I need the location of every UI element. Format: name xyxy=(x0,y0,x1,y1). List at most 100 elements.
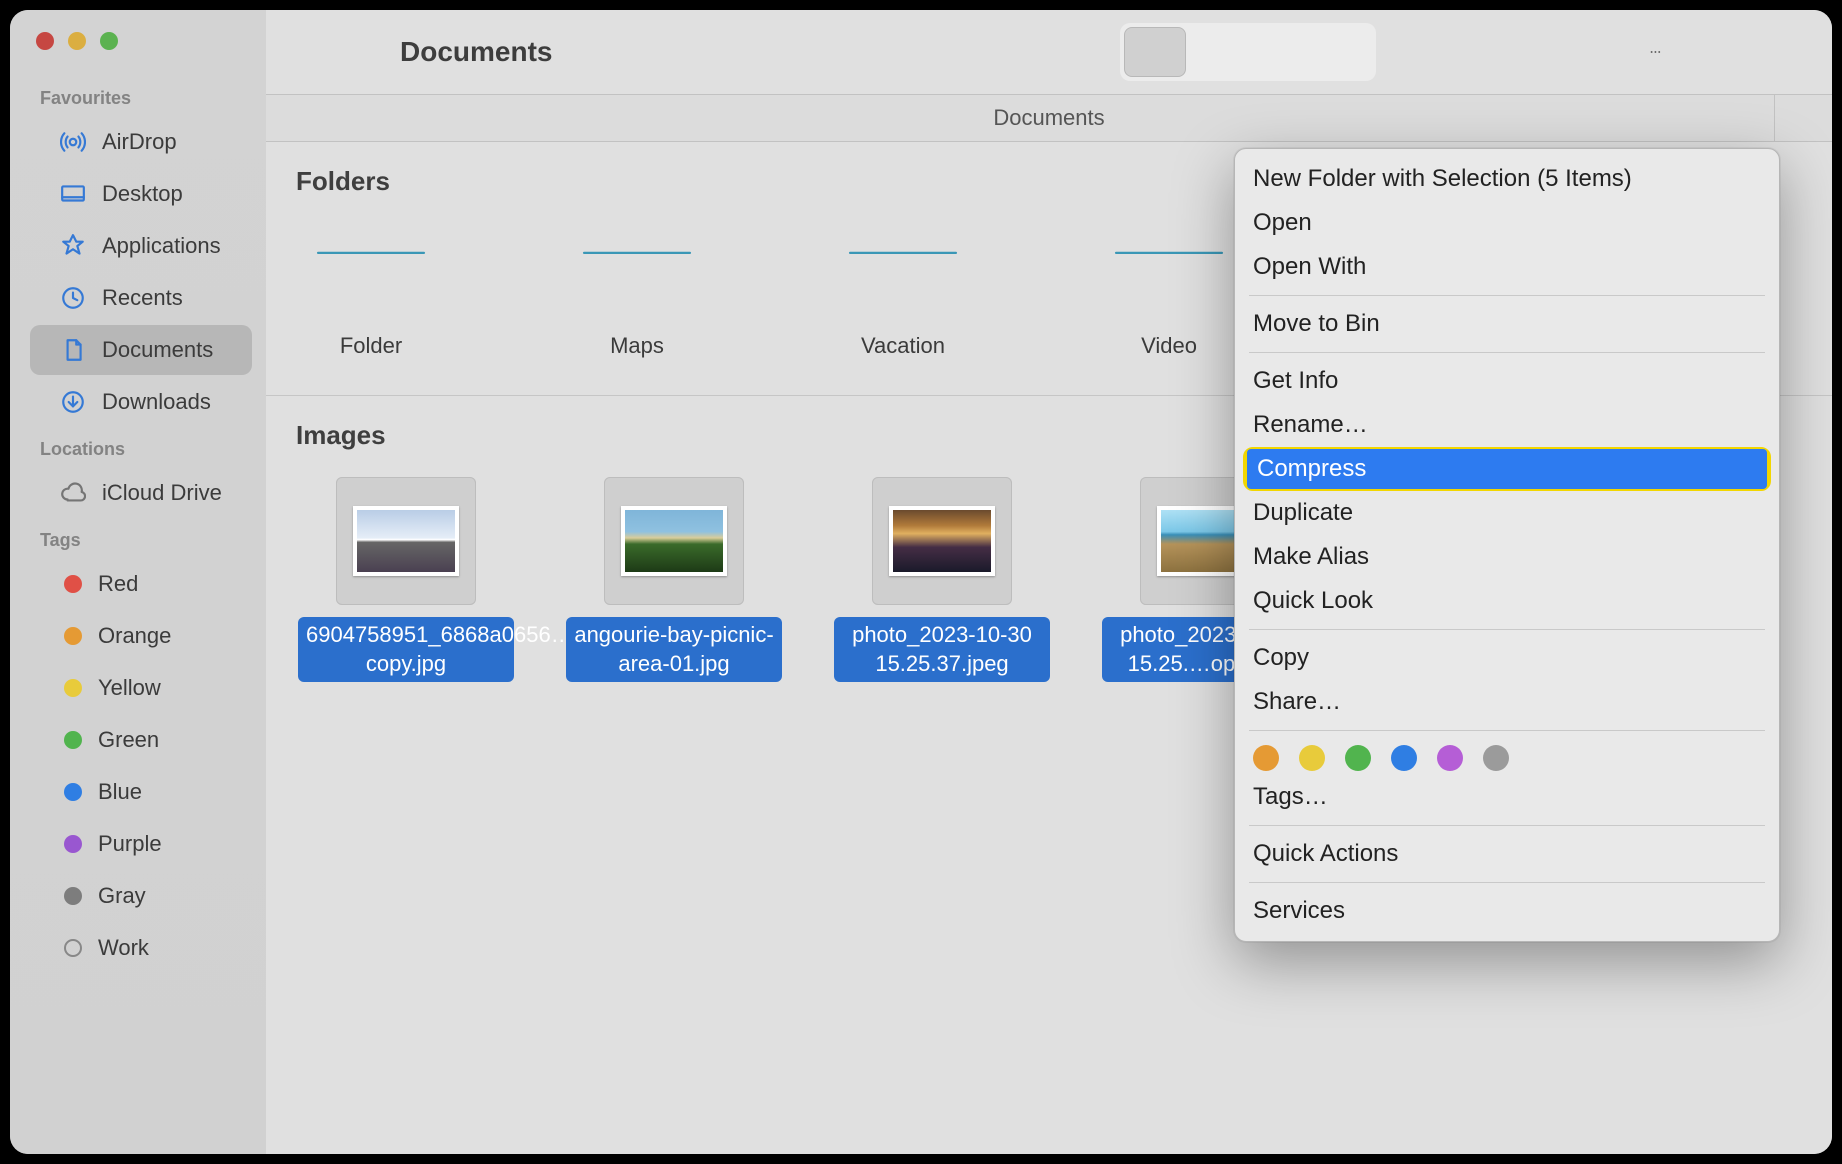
tag-dot-icon xyxy=(64,731,82,749)
sidebar-tag-green[interactable]: Green xyxy=(30,715,252,765)
forward-button[interactable] xyxy=(338,35,360,68)
cm-open-with[interactable]: Open With xyxy=(1235,245,1779,289)
sidebar-item-documents[interactable]: Documents xyxy=(30,325,252,375)
zoom-window[interactable] xyxy=(100,32,118,50)
cm-tags[interactable]: Tags… xyxy=(1235,775,1779,819)
folder-item[interactable]: Folder xyxy=(296,223,446,359)
cm-separator xyxy=(1249,295,1765,296)
cm-tag-yellow[interactable] xyxy=(1299,745,1325,771)
sidebar-item-label: Gray xyxy=(98,883,146,909)
sidebar-item-label: Work xyxy=(98,935,149,961)
downloads-icon xyxy=(60,389,86,415)
folder-item[interactable]: Video xyxy=(1094,223,1244,359)
cm-quick-actions[interactable]: Quick Actions xyxy=(1235,832,1779,876)
cm-new-folder-with-selection[interactable]: New Folder with Selection (5 Items) xyxy=(1235,157,1779,201)
sidebar-section-favourites: Favourites xyxy=(10,78,266,115)
sidebar-item-applications[interactable]: Applications xyxy=(30,221,252,271)
window-title: Documents xyxy=(400,36,552,68)
chevron-right-icon xyxy=(1747,897,1761,925)
chevron-right-icon xyxy=(1747,840,1761,868)
folder-item[interactable]: Vacation xyxy=(828,223,978,359)
image-label: 6904758951_6868a0656…copy.jpg xyxy=(298,617,514,682)
close-window[interactable] xyxy=(36,32,54,50)
sidebar-item-icloud-drive[interactable]: iCloud Drive xyxy=(30,468,252,518)
breadcrumb[interactable]: Documents xyxy=(993,105,1104,131)
view-list-button[interactable] xyxy=(1186,27,1248,77)
sidebar: Favourites AirDrop Desktop Applications … xyxy=(10,10,266,1154)
image-item[interactable]: angourie-bay-picnic-area-01.jpg xyxy=(564,477,784,682)
sidebar-tag-blue[interactable]: Blue xyxy=(30,767,252,817)
cm-get-info[interactable]: Get Info xyxy=(1235,359,1779,403)
view-mode-group xyxy=(1120,23,1376,81)
context-menu: New Folder with Selection (5 Items) Open… xyxy=(1234,148,1780,942)
tag-dot-icon xyxy=(64,887,82,905)
cm-separator xyxy=(1249,629,1765,630)
chevron-right-icon xyxy=(1747,253,1761,281)
back-button[interactable] xyxy=(294,35,316,68)
sidebar-item-downloads[interactable]: Downloads xyxy=(30,377,252,427)
cm-tag-orange[interactable] xyxy=(1253,745,1279,771)
tab-bar: Documents xyxy=(266,94,1832,142)
view-columns-button[interactable] xyxy=(1248,27,1310,77)
cm-move-to-bin[interactable]: Move to Bin xyxy=(1235,302,1779,346)
sidebar-item-label: Desktop xyxy=(102,181,183,207)
desktop-icon xyxy=(60,181,86,207)
cm-share[interactable]: Share… xyxy=(1235,680,1779,724)
sidebar-section-locations: Locations xyxy=(10,429,266,466)
sidebar-tag-gray[interactable]: Gray xyxy=(30,871,252,921)
search-button[interactable] xyxy=(1764,27,1804,77)
cm-tag-blue[interactable] xyxy=(1391,745,1417,771)
sidebar-tag-orange[interactable]: Orange xyxy=(30,611,252,661)
cm-separator xyxy=(1249,730,1765,731)
sidebar-item-label: Orange xyxy=(98,623,171,649)
cm-copy[interactable]: Copy xyxy=(1235,636,1779,680)
tags-button[interactable] xyxy=(1586,27,1626,77)
tag-dot-icon xyxy=(64,627,82,645)
recents-icon xyxy=(60,285,86,311)
cm-rename[interactable]: Rename… xyxy=(1235,403,1779,447)
cm-separator xyxy=(1249,825,1765,826)
image-item[interactable]: 6904758951_6868a0656…copy.jpg xyxy=(296,477,516,682)
cm-separator xyxy=(1249,882,1765,883)
sidebar-item-recents[interactable]: Recents xyxy=(30,273,252,323)
cm-tag-green[interactable] xyxy=(1345,745,1371,771)
share-button[interactable] xyxy=(1528,27,1568,77)
view-icons-button[interactable] xyxy=(1124,27,1186,77)
cm-make-alias[interactable]: Make Alias xyxy=(1235,535,1779,579)
sidebar-item-airdrop[interactable]: AirDrop xyxy=(30,117,252,167)
cm-open[interactable]: Open xyxy=(1235,201,1779,245)
group-by-button[interactable] xyxy=(1442,27,1510,77)
sidebar-tag-yellow[interactable]: Yellow xyxy=(30,663,252,713)
sidebar-tag-red[interactable]: Red xyxy=(30,559,252,609)
cm-quick-look[interactable]: Quick Look xyxy=(1235,579,1779,623)
sidebar-item-desktop[interactable]: Desktop xyxy=(30,169,252,219)
sidebar-tag-purple[interactable]: Purple xyxy=(30,819,252,869)
folder-icon xyxy=(313,223,429,315)
cloud-icon xyxy=(60,480,86,506)
folder-label: Video xyxy=(1141,333,1197,359)
cm-compress[interactable]: Compress xyxy=(1243,447,1771,491)
minimize-window[interactable] xyxy=(68,32,86,50)
more-actions-button[interactable] xyxy=(1644,27,1684,77)
image-item[interactable]: photo_2023-10-30 15.25.37.jpeg xyxy=(832,477,1052,682)
applications-icon xyxy=(60,233,86,259)
folder-item[interactable]: Maps xyxy=(562,223,712,359)
cm-tag-gray[interactable] xyxy=(1483,745,1509,771)
folder-label: Folder xyxy=(340,333,402,359)
image-thumbnail xyxy=(872,477,1012,605)
sidebar-section-tags: Tags xyxy=(10,520,266,557)
view-gallery-button[interactable] xyxy=(1310,27,1372,77)
window-controls xyxy=(10,28,266,76)
sidebar-tag-work[interactable]: Work xyxy=(30,923,252,973)
cm-tag-row xyxy=(1235,737,1779,775)
sidebar-item-label: AirDrop xyxy=(102,129,177,155)
cm-tag-purple[interactable] xyxy=(1437,745,1463,771)
new-tab-button[interactable] xyxy=(1774,94,1832,142)
sidebar-item-label: iCloud Drive xyxy=(102,480,222,506)
cm-duplicate[interactable]: Duplicate xyxy=(1235,491,1779,535)
folder-icon xyxy=(579,223,695,315)
documents-icon xyxy=(60,337,86,363)
folder-label: Maps xyxy=(610,333,664,359)
main-area: Documents Documents xyxy=(266,10,1832,1154)
cm-services[interactable]: Services xyxy=(1235,889,1779,933)
